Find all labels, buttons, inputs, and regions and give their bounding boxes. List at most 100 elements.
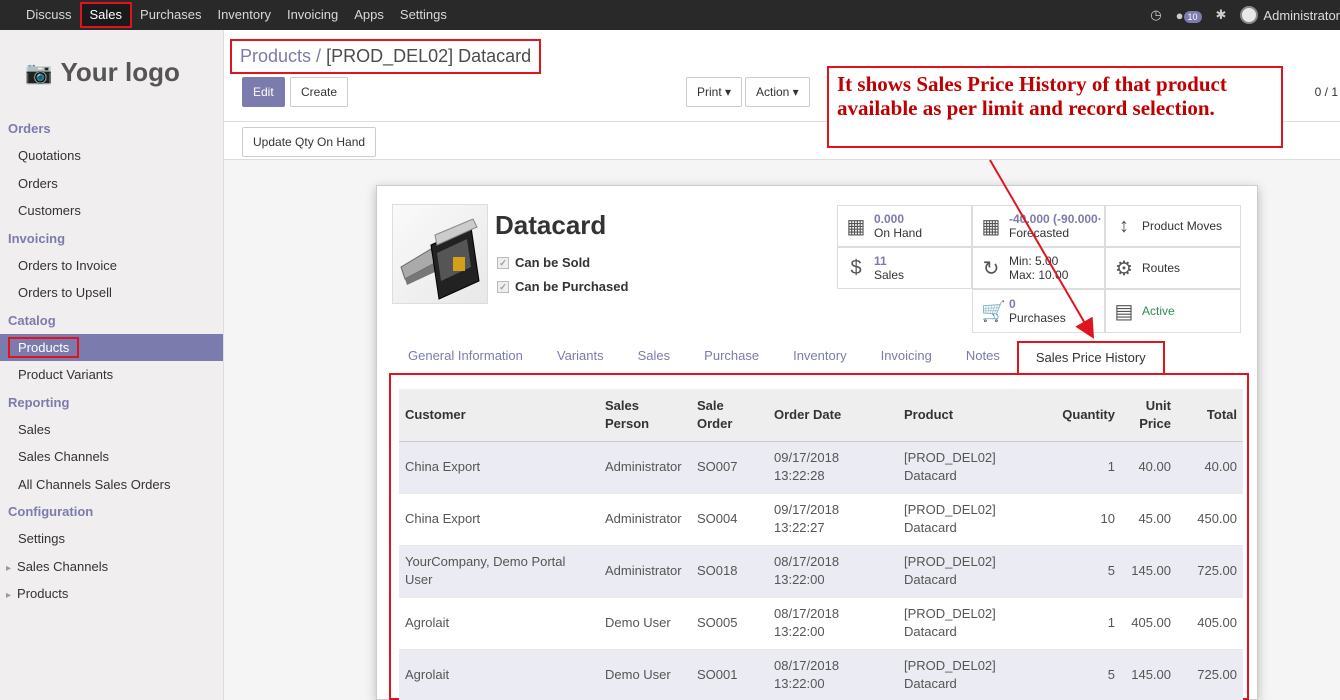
action-button[interactable]: Action ▾ <box>745 77 810 107</box>
routes-button[interactable]: ⚙ Routes <box>1105 247 1241 289</box>
cell-unit-price: 405.00 <box>1121 597 1177 650</box>
tab-notes[interactable]: Notes <box>949 341 1017 375</box>
col-product[interactable]: Product <box>898 389 1053 442</box>
cell-total: 450.00 <box>1177 493 1243 546</box>
forecasted-label: Forecasted <box>1009 226 1070 240</box>
col-customer[interactable]: Customer <box>399 389 599 442</box>
col-sales-person[interactable]: Sales Person <box>599 389 691 442</box>
on-hand-stat-button[interactable]: ▦ 0.000 On Hand <box>837 205 972 247</box>
sidebar-item-orders-to-upsell[interactable]: Orders to Upsell <box>0 279 223 307</box>
cell-sale-order: SO001 <box>691 649 768 700</box>
cell-unit-price: 40.00 <box>1121 441 1177 494</box>
cell-order-date: 09/17/2018 13:22:27 <box>768 493 898 546</box>
cell-order-date: 08/17/2018 13:22:00 <box>768 545 898 598</box>
menu-invoicing[interactable]: Invoicing <box>279 0 346 30</box>
menu-apps[interactable]: Apps <box>346 0 392 30</box>
tab-variants[interactable]: Variants <box>540 341 621 375</box>
col-sale-order[interactable]: Sale Order <box>691 389 768 442</box>
product-moves-button[interactable]: ↕ Product Moves <box>1105 205 1241 247</box>
gears-icon: ⚙ <box>1115 257 1133 280</box>
sidebar-item-products-label: Products <box>8 336 80 358</box>
sales-stat-button[interactable]: $ 11 Sales <box>837 247 972 289</box>
table-row[interactable]: Agrolait Demo User SO001 08/17/2018 13:22:00… <box>399 649 1243 700</box>
reordering-rules-button[interactable]: ↻ Min: 5.00 Max: 10.00 <box>972 247 1105 289</box>
product-name: Datacard <box>495 210 607 240</box>
max-label: Max: 10.00 <box>1009 268 1069 282</box>
checkbox-checked-icon[interactable]: ✓ <box>497 280 509 293</box>
sidebar-item-sales-channels-config[interactable]: Sales Channels <box>0 553 223 581</box>
menu-settings[interactable]: Settings <box>392 0 455 30</box>
purchases-label: Purchases <box>1009 311 1066 325</box>
table-row[interactable]: Agrolait Demo User SO005 08/17/2018 13:22:00… <box>399 597 1243 650</box>
cell-sale-order: SO004 <box>691 493 768 546</box>
col-order-date[interactable]: Order Date <box>768 389 898 442</box>
tab-inventory[interactable]: Inventory <box>776 341 863 375</box>
clock-icon[interactable]: ◷ <box>1150 7 1161 23</box>
dollar-icon: $ <box>850 256 862 279</box>
col-quantity[interactable]: Quantity <box>1053 389 1121 442</box>
sidebar-item-customers[interactable]: Customers <box>0 197 223 225</box>
can-be-purchased-field[interactable]: ✓ Can be Purchased <box>497 279 628 294</box>
bug-icon[interactable]: ✱ <box>1216 7 1227 23</box>
edit-button[interactable]: Edit <box>242 77 285 107</box>
cell-sales-person: Demo User <box>599 597 691 650</box>
user-menu[interactable]: Administrator <box>1240 6 1340 24</box>
min-label: Min: 5.00 <box>1009 254 1059 268</box>
update-qty-button[interactable]: Update Qty On Hand <box>242 127 377 157</box>
messages-icon[interactable]: ● 10 <box>1176 8 1202 23</box>
sidebar-item-products-config[interactable]: Products <box>0 580 223 608</box>
cell-quantity: 1 <box>1053 597 1121 650</box>
col-total[interactable]: Total <box>1177 389 1243 442</box>
product-form-sheet: Datacard ✓ Can be Sold ✓ Can be Purchase… <box>376 185 1258 700</box>
table-row[interactable]: YourCompany, Demo Portal User Administrat… <box>399 545 1243 598</box>
sidebar-item-products[interactable]: Products <box>0 333 223 361</box>
create-button[interactable]: Create <box>290 77 349 107</box>
usb-device-icon <box>400 218 480 300</box>
product-image[interactable] <box>392 204 488 304</box>
forecasted-stat-button[interactable]: ▦ -40.000 (-90.000· Forecasted <box>972 205 1105 247</box>
sidebar-item-orders-to-invoice[interactable]: Orders to Invoice <box>0 252 223 280</box>
cell-customer: Agrolait <box>399 649 599 700</box>
cell-sales-person: Demo User <box>599 649 691 700</box>
top-menu-bar: Discuss Sales Purchases Inventory Invoic… <box>0 0 1340 30</box>
building-icon: ▦ <box>846 215 866 238</box>
archive-icon: ▤ <box>1114 300 1134 323</box>
sales-price-history-table: Customer Sales Person Sale Order Order D… <box>399 389 1243 700</box>
can-be-sold-field[interactable]: ✓ Can be Sold <box>497 255 590 270</box>
notebook-tabs: General Information Variants Sales Purch… <box>391 341 1247 375</box>
menu-discuss[interactable]: Discuss <box>18 0 80 30</box>
tab-invoicing[interactable]: Invoicing <box>864 341 949 375</box>
tab-sales-price-history[interactable]: Sales Price History <box>1016 341 1165 375</box>
on-hand-label: On Hand <box>874 226 923 240</box>
tab-general-information[interactable]: General Information <box>391 341 540 375</box>
cell-customer: Agrolait <box>399 597 599 650</box>
sidebar-item-all-channels-sales-orders[interactable]: All Channels Sales Orders <box>0 471 223 499</box>
cell-total: 725.00 <box>1177 545 1243 598</box>
table-row[interactable]: China Export Administrator SO007 09/17/2018… <box>399 441 1243 494</box>
sidebar-item-quotations[interactable]: Quotations <box>0 142 223 170</box>
breadcrumb-parent[interactable]: Products / <box>240 46 321 66</box>
sidebar-item-settings[interactable]: Settings <box>0 525 223 553</box>
breadcrumb-current: [PROD_DEL02] Datacard <box>326 46 532 66</box>
pager[interactable]: 0 / 1 <box>1315 85 1338 99</box>
breadcrumb: Products / [PROD_DEL02] Datacard <box>230 39 542 74</box>
menu-inventory[interactable]: Inventory <box>209 0 278 30</box>
tab-purchase[interactable]: Purchase <box>687 341 776 375</box>
sidebar-item-sales-channels[interactable]: Sales Channels <box>0 443 223 471</box>
table-row[interactable]: China Export Administrator SO004 09/17/2018… <box>399 493 1243 546</box>
checkbox-checked-icon[interactable]: ✓ <box>497 256 509 269</box>
menu-purchases[interactable]: Purchases <box>132 0 209 30</box>
cell-total: 405.00 <box>1177 597 1243 650</box>
print-button[interactable]: Print ▾ <box>686 77 743 107</box>
menu-sales[interactable]: Sales <box>79 2 133 28</box>
cell-product: [PROD_DEL02] Datacard <box>898 545 1053 598</box>
cell-sales-person: Administrator <box>599 441 691 494</box>
sidebar-item-product-variants[interactable]: Product Variants <box>0 361 223 389</box>
sidebar-item-orders[interactable]: Orders <box>0 170 223 198</box>
sidebar-item-sales[interactable]: Sales <box>0 416 223 444</box>
tab-sales[interactable]: Sales <box>621 341 688 375</box>
col-unit-price[interactable]: Unit Price <box>1121 389 1177 442</box>
active-toggle-button[interactable]: ▤ Active <box>1105 289 1241 333</box>
purchases-stat-button[interactable]: 🛒 0 Purchases <box>972 289 1105 333</box>
cell-product: [PROD_DEL02] Datacard <box>898 649 1053 700</box>
